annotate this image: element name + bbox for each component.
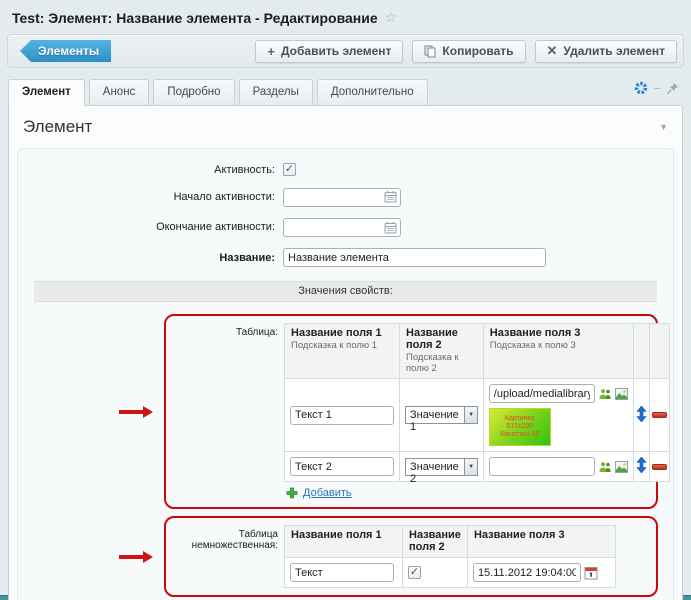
annotation-red-box: Таблица немножественная: Название поля 1…	[164, 516, 658, 597]
properties-section-header: Значения свойств:	[34, 281, 657, 302]
calendar-icon[interactable]	[384, 190, 397, 208]
field2-checkbox[interactable]: ✓	[408, 566, 421, 579]
property-table-single: Название поля 1 Название поля 2 Название…	[284, 525, 616, 588]
form-body: Активность: ✓ Начало активности: Окончан…	[17, 148, 674, 600]
favorite-star-icon[interactable]: ☆	[385, 9, 398, 26]
delete-row-icon[interactable]	[652, 464, 667, 470]
delete-row-icon[interactable]	[652, 412, 667, 418]
field-row-activity: Активность: ✓	[28, 163, 663, 176]
collapse-section-icon[interactable]: ▼	[659, 122, 668, 132]
field1-input[interactable]	[290, 563, 394, 582]
section-title: Элемент	[23, 117, 92, 137]
tab-podrobno[interactable]: Подробно	[153, 79, 234, 105]
column-header: Название поля 1 Подсказка к полю 1	[285, 324, 400, 379]
property-table: Название поля 1 Подсказка к полю 1 Назва…	[284, 323, 670, 482]
activity-end-label: Окончание активности:	[28, 221, 283, 233]
pin-icon[interactable]	[666, 82, 679, 95]
datetime-input[interactable]	[473, 563, 581, 582]
add-row-link[interactable]: Добавить	[303, 487, 352, 499]
table-nonmultiple-label: Таблица немножественная:	[172, 525, 284, 588]
field1-input[interactable]	[290, 457, 394, 476]
field2-select[interactable]: Значение 2 ▼	[405, 458, 478, 476]
image-thumbnail: Картинка 515x290 Качество 95	[489, 408, 551, 446]
file-path-input[interactable]	[489, 384, 595, 403]
chevron-down-icon: ▼	[464, 407, 476, 423]
column-hint: Подсказка к полю 1	[291, 340, 393, 351]
activity-start-label: Начало активности:	[28, 191, 283, 203]
column-header-move	[633, 324, 649, 379]
annotation-red-box: Таблица: Название поля 1 Подсказка к пол…	[164, 314, 658, 509]
table-property-annotated: Таблица: Название поля 1 Подсказка к пол…	[164, 314, 658, 509]
elements-back-button[interactable]: Элементы	[20, 40, 111, 62]
chevron-down-icon: ▼	[464, 459, 476, 475]
move-row-icon[interactable]	[636, 457, 647, 473]
section-header: Элемент ▼	[9, 106, 682, 146]
table-header-row: Название поля 1 Подсказка к полю 1 Назва…	[285, 324, 670, 379]
close-icon: ✕	[547, 43, 558, 59]
elements-back-label: Элементы	[38, 44, 99, 58]
column-hint: Подсказка к полю 3	[490, 340, 627, 351]
activity-label: Активность:	[28, 164, 283, 176]
tab-element[interactable]: Элемент	[8, 79, 85, 106]
table-header-row: Название поля 1 Название поля 2 Название…	[285, 526, 616, 558]
field2-select[interactable]: Значение 1 ▼	[405, 406, 478, 424]
column-header: Название поля 3	[467, 526, 615, 558]
gear-icon[interactable]	[634, 81, 648, 95]
table-property-label: Таблица:	[172, 323, 284, 500]
name-input[interactable]	[283, 248, 546, 267]
table-row: Значение 1 ▼	[285, 379, 670, 452]
annotation-arrow	[119, 555, 144, 559]
titlebar: Test: Элемент: Название элемента - Редак…	[0, 0, 691, 31]
field-row-activity-start: Начало активности:	[28, 187, 663, 207]
tab-bar-tools: –	[634, 81, 679, 95]
calendar-red-icon[interactable]	[584, 566, 598, 580]
move-row-icon[interactable]	[636, 406, 647, 422]
tab-dopolnitelno[interactable]: Дополнительно	[317, 79, 428, 105]
annotation-arrow	[119, 410, 144, 414]
add-element-button[interactable]: + Добавить элемент	[255, 40, 403, 63]
column-hint: Подсказка к полю 2	[406, 352, 477, 374]
table-row: Значение 2 ▼	[285, 452, 670, 482]
gear-menu-dash: –	[654, 83, 660, 94]
tab-bar: Элемент Анонс Подробно Разделы Дополните…	[8, 77, 683, 105]
select-value: Значение 1	[406, 407, 464, 423]
copy-label: Копировать	[442, 44, 513, 58]
activity-checkbox[interactable]: ✓	[283, 163, 296, 176]
page-title: Test: Элемент: Название элемента - Редак…	[12, 10, 378, 26]
delete-element-label: Удалить элемент	[563, 44, 665, 58]
medialibrary-users-icon[interactable]	[598, 388, 612, 400]
field-row-activity-end: Окончание активности:	[28, 218, 663, 238]
copy-icon	[424, 45, 436, 58]
medialibrary-users-icon[interactable]	[598, 461, 612, 473]
plus-icon: +	[267, 44, 275, 59]
edit-form-panel: Элемент ▼ Активность: ✓ Начало активност…	[8, 105, 683, 600]
calendar-icon[interactable]	[384, 221, 397, 239]
column-header-delete	[649, 324, 669, 379]
column-header: Название поля 2 Подсказка к полю 2	[400, 324, 484, 379]
add-plus-icon[interactable]	[286, 487, 298, 499]
select-value: Значение 2	[406, 459, 464, 475]
field1-input[interactable]	[290, 406, 394, 425]
table-row: ✓	[285, 558, 616, 588]
column-header: Название поля 3 Подсказка к полю 3	[483, 324, 633, 379]
delete-element-button[interactable]: ✕ Удалить элемент	[535, 40, 677, 63]
field-row-name: Название:	[28, 248, 663, 267]
name-label: Название:	[28, 252, 283, 264]
image-picker-icon[interactable]	[615, 388, 628, 400]
tab-razdely[interactable]: Разделы	[239, 79, 313, 105]
add-row: Добавить	[284, 482, 670, 500]
toolbar-actions: + Добавить элемент Копировать ✕ Удалить …	[255, 40, 677, 63]
tab-anons[interactable]: Анонс	[89, 79, 150, 105]
toolbar: Элементы + Добавить элемент Копировать ✕…	[7, 34, 684, 68]
column-header: Название поля 2	[403, 526, 468, 558]
copy-button[interactable]: Копировать	[412, 40, 525, 63]
table-nonmultiple-annotated: Таблица немножественная: Название поля 1…	[164, 516, 658, 597]
image-picker-icon[interactable]	[615, 461, 628, 473]
add-element-label: Добавить элемент	[281, 44, 391, 58]
file-path-input[interactable]	[489, 457, 595, 476]
column-header: Название поля 1	[285, 526, 403, 558]
